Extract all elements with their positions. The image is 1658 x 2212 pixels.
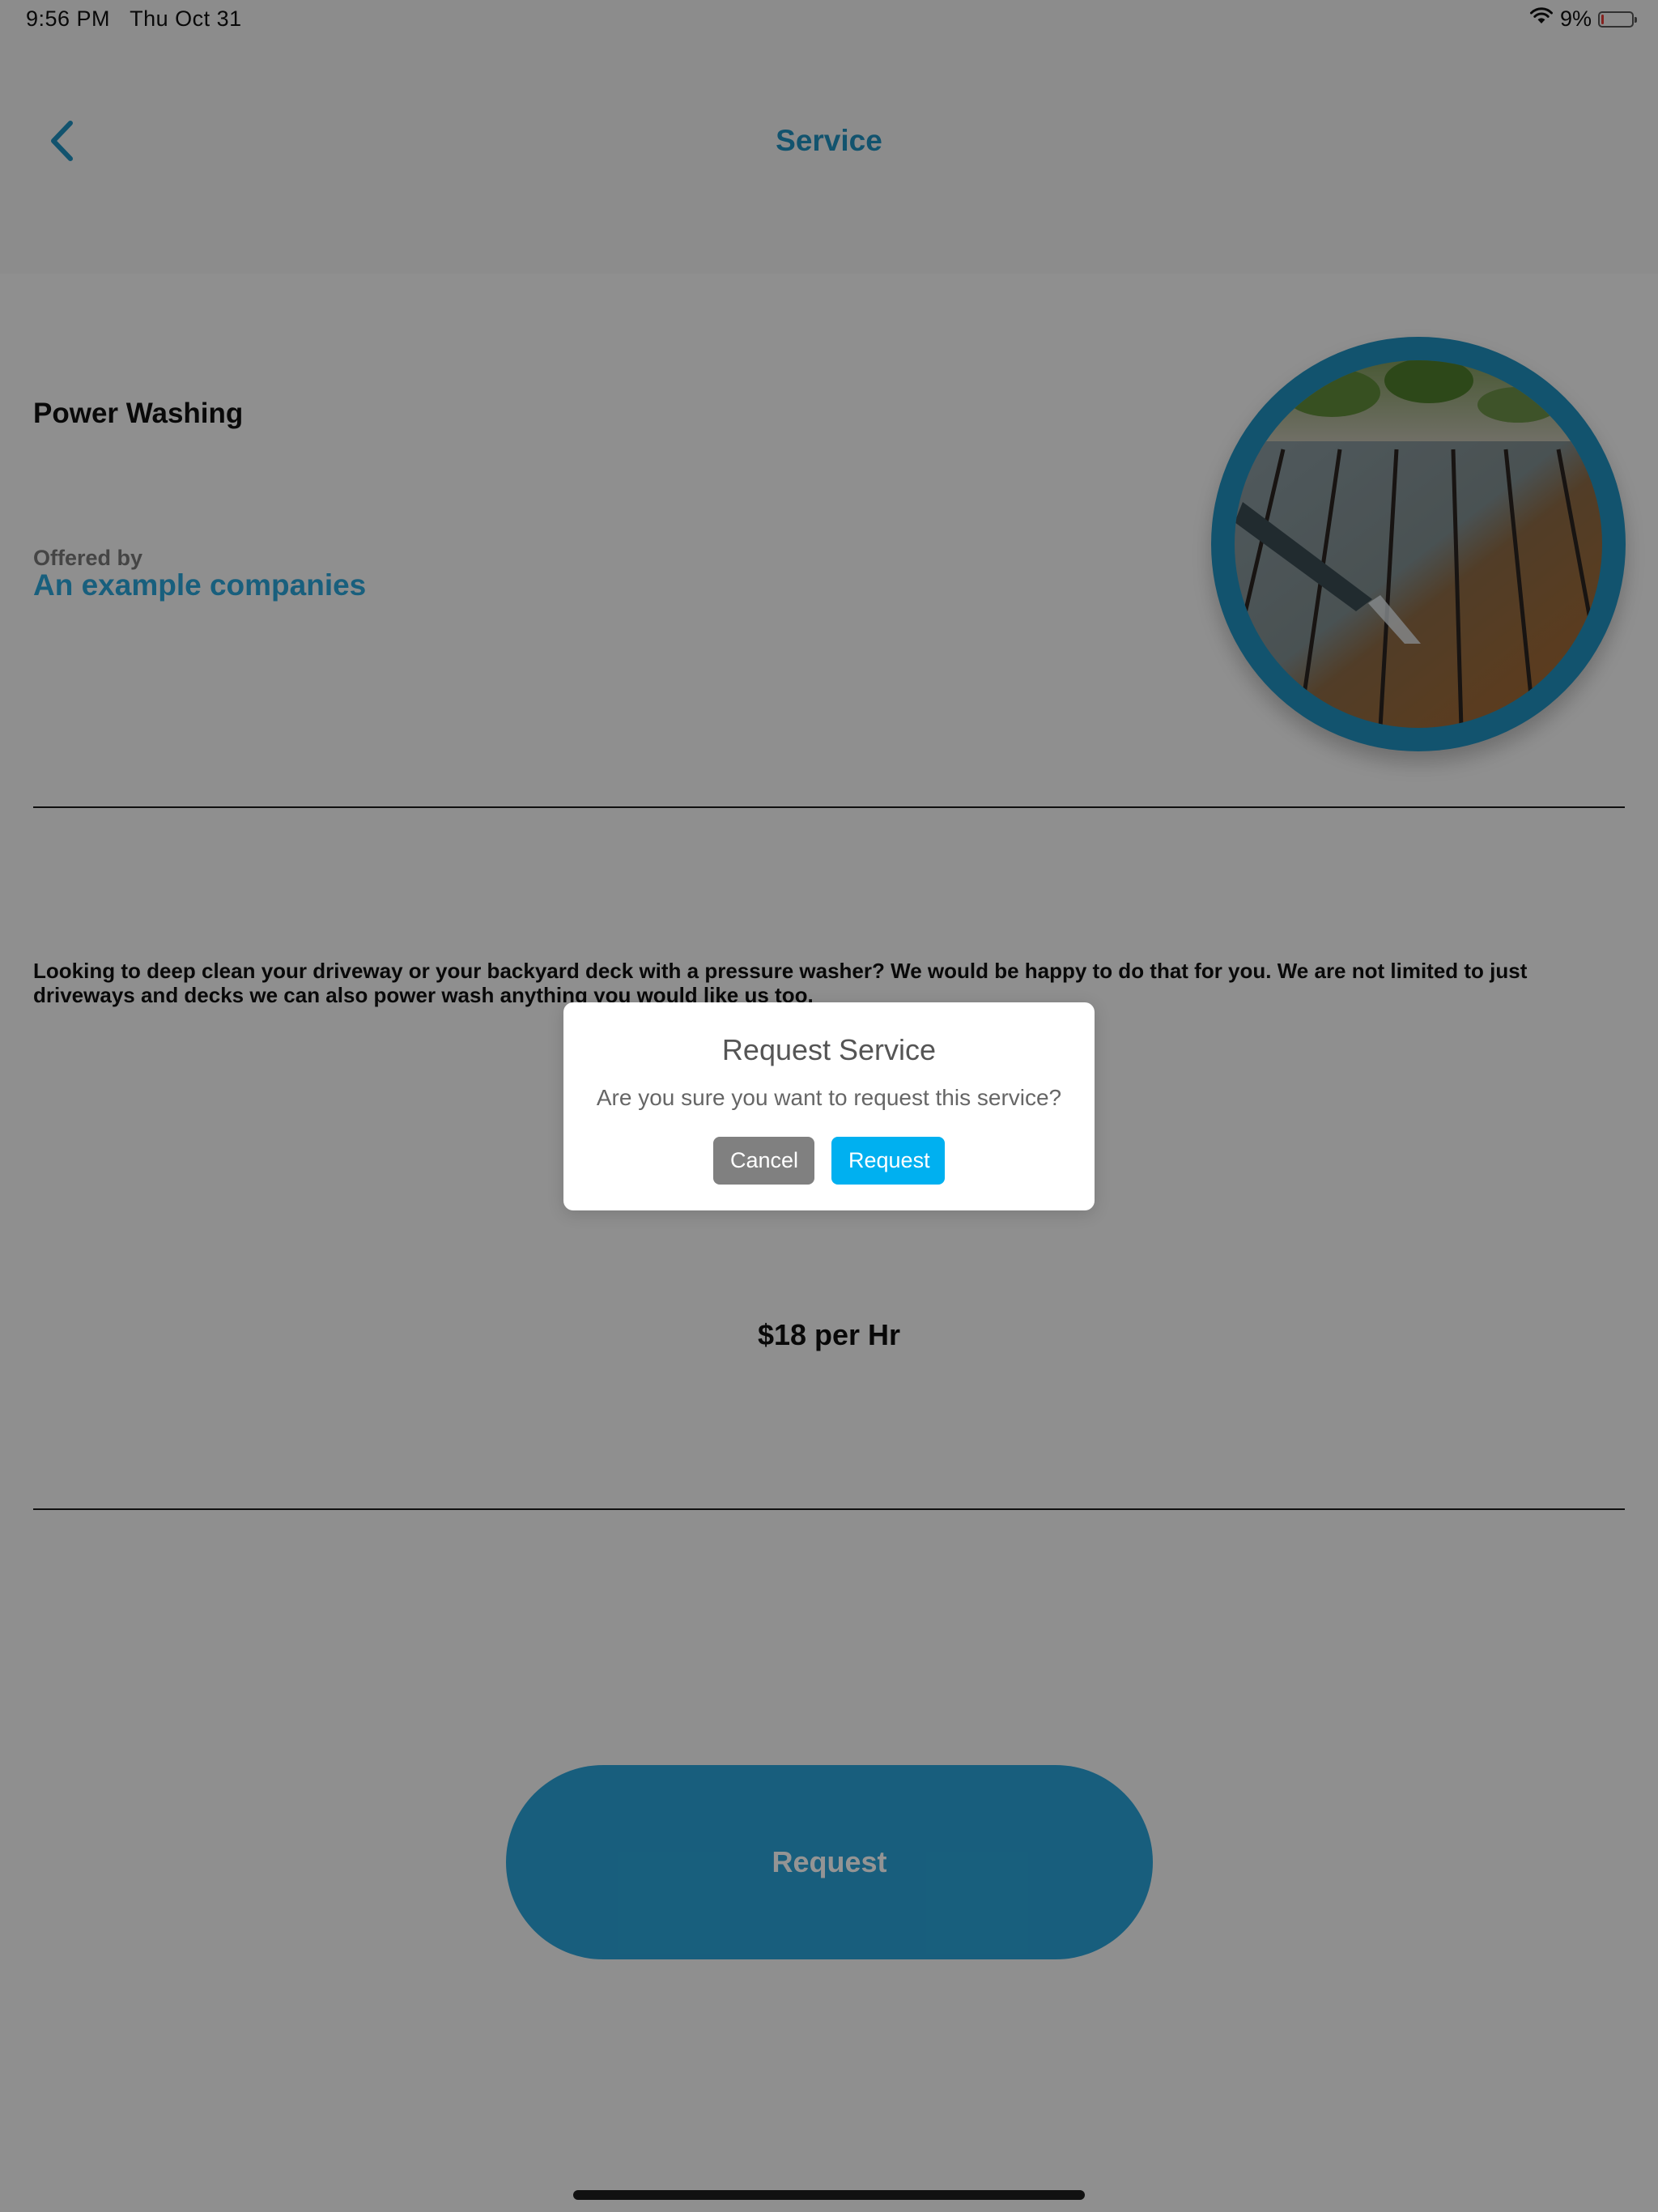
- confirm-request-button[interactable]: Request: [831, 1137, 945, 1185]
- dialog-title: Request Service: [721, 1033, 937, 1066]
- dialog-message: Are you sure you want to request this se…: [596, 1085, 1062, 1110]
- cancel-button[interactable]: Cancel: [713, 1137, 814, 1185]
- dialog-buttons: Cancel Request: [563, 1137, 1095, 1185]
- home-indicator[interactable]: [573, 2190, 1085, 2200]
- request-service-dialog: Request Service Are you sure you want to…: [563, 1002, 1095, 1210]
- app-screen: 9:56 PM Thu Oct 31 9% Service Power Wash…: [0, 0, 1658, 2212]
